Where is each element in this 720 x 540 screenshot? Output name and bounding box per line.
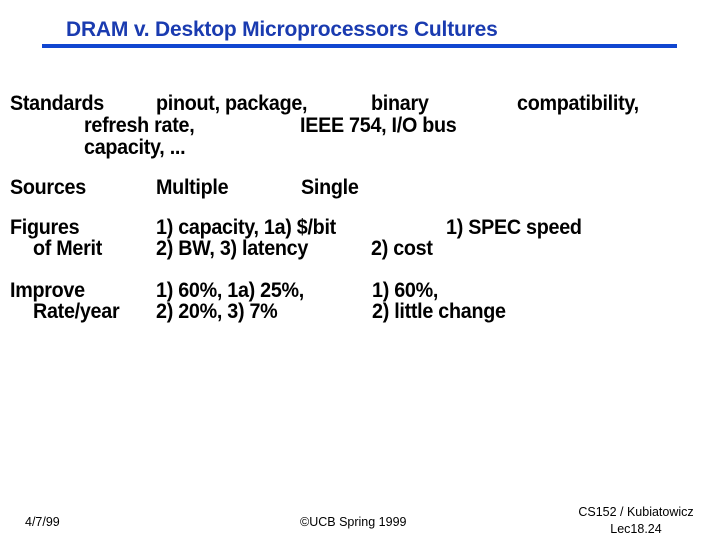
footer-copyright: ©UCB Spring 1999: [300, 515, 407, 529]
figures-dram-2: 2) BW, 3) latency: [156, 237, 309, 260]
row-label-improve-1: Improve: [10, 279, 85, 302]
row-label-sources: Sources: [10, 176, 86, 199]
footer-course: CS152 / Kubiatowicz: [578, 505, 694, 519]
standards-line2-b: IEEE 754, I/O bus: [300, 114, 457, 137]
footer-lecture: Lec18.24: [610, 522, 662, 536]
improve-micro-2: 2) little change: [372, 300, 506, 323]
standards-line1-c: compatibility,: [517, 92, 639, 115]
sources-micro: Single: [301, 176, 359, 199]
standards-line3-a: capacity, ...: [84, 136, 186, 159]
improve-dram-1: 1) 60%, 1a) 25%,: [156, 279, 305, 302]
improve-micro-1: 1) 60%,: [372, 279, 439, 302]
row-label-figures-1: Figures: [10, 216, 80, 239]
figures-micro-1: 1) SPEC speed: [446, 216, 582, 239]
footer-date: 4/7/99: [25, 515, 60, 529]
slide-title: DRAM v. Desktop Microprocessors Cultures: [66, 18, 498, 41]
row-label-figures-2: of Merit: [33, 237, 103, 260]
improve-dram-2: 2) 20%, 3) 7%: [156, 300, 278, 323]
standards-line2-a: refresh rate,: [84, 114, 195, 137]
figures-micro-2: 2) cost: [371, 237, 433, 260]
footer-course-block: CS152 / Kubiatowicz Lec18.24: [568, 504, 704, 538]
standards-line1-a: pinout, package,: [156, 92, 308, 115]
figures-dram-1: 1) capacity, 1a) $/bit: [156, 216, 336, 239]
sources-dram: Multiple: [156, 176, 229, 199]
standards-line1-b: binary: [371, 92, 429, 115]
row-label-standards: Standards: [10, 92, 104, 115]
title-underline: [42, 44, 677, 48]
row-label-improve-2: Rate/year: [33, 300, 120, 323]
